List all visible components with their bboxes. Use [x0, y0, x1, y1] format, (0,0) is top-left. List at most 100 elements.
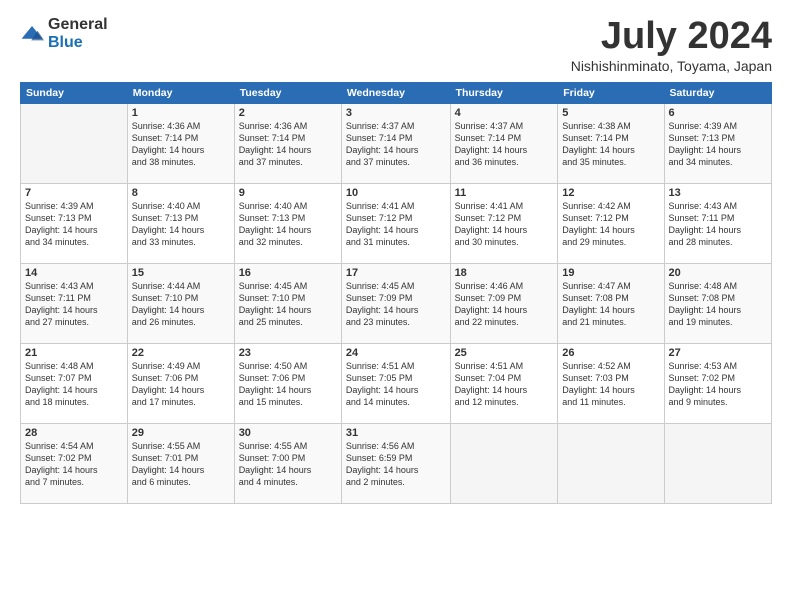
table-row: 3Sunrise: 4:37 AM Sunset: 7:14 PM Daylig…	[341, 103, 450, 183]
day-number: 12	[562, 187, 659, 199]
table-row: 10Sunrise: 4:41 AM Sunset: 7:12 PM Dayli…	[341, 183, 450, 263]
logo-general: General	[48, 16, 108, 33]
table-row: 17Sunrise: 4:45 AM Sunset: 7:09 PM Dayli…	[341, 263, 450, 343]
day-info: Sunrise: 4:38 AM Sunset: 7:14 PM Dayligh…	[562, 120, 659, 169]
table-row: 7Sunrise: 4:39 AM Sunset: 7:13 PM Daylig…	[21, 183, 128, 263]
table-row: 21Sunrise: 4:48 AM Sunset: 7:07 PM Dayli…	[21, 343, 128, 423]
day-number: 5	[562, 107, 659, 119]
day-info: Sunrise: 4:48 AM Sunset: 7:07 PM Dayligh…	[25, 360, 123, 409]
table-row: 24Sunrise: 4:51 AM Sunset: 7:05 PM Dayli…	[341, 343, 450, 423]
day-info: Sunrise: 4:45 AM Sunset: 7:09 PM Dayligh…	[346, 280, 446, 329]
logo-text: General Blue	[48, 16, 108, 52]
table-row: 19Sunrise: 4:47 AM Sunset: 7:08 PM Dayli…	[558, 263, 664, 343]
day-number: 29	[132, 427, 230, 439]
table-row: 12Sunrise: 4:42 AM Sunset: 7:12 PM Dayli…	[558, 183, 664, 263]
day-number: 18	[455, 267, 554, 279]
day-info: Sunrise: 4:49 AM Sunset: 7:06 PM Dayligh…	[132, 360, 230, 409]
day-info: Sunrise: 4:36 AM Sunset: 7:14 PM Dayligh…	[132, 120, 230, 169]
table-row: 4Sunrise: 4:37 AM Sunset: 7:14 PM Daylig…	[450, 103, 558, 183]
table-row: 22Sunrise: 4:49 AM Sunset: 7:06 PM Dayli…	[127, 343, 234, 423]
table-row: 11Sunrise: 4:41 AM Sunset: 7:12 PM Dayli…	[450, 183, 558, 263]
day-number: 19	[562, 267, 659, 279]
table-row: 30Sunrise: 4:55 AM Sunset: 7:00 PM Dayli…	[234, 423, 341, 503]
day-number: 27	[669, 347, 767, 359]
title-block: July 2024 Nishishinminato, Toyama, Japan	[571, 16, 772, 74]
table-row	[21, 103, 128, 183]
table-row: 15Sunrise: 4:44 AM Sunset: 7:10 PM Dayli…	[127, 263, 234, 343]
day-info: Sunrise: 4:41 AM Sunset: 7:12 PM Dayligh…	[346, 200, 446, 249]
day-info: Sunrise: 4:46 AM Sunset: 7:09 PM Dayligh…	[455, 280, 554, 329]
calendar-week-1: 7Sunrise: 4:39 AM Sunset: 7:13 PM Daylig…	[21, 183, 772, 263]
table-row: 18Sunrise: 4:46 AM Sunset: 7:09 PM Dayli…	[450, 263, 558, 343]
day-number: 6	[669, 107, 767, 119]
day-info: Sunrise: 4:40 AM Sunset: 7:13 PM Dayligh…	[239, 200, 337, 249]
day-info: Sunrise: 4:51 AM Sunset: 7:05 PM Dayligh…	[346, 360, 446, 409]
table-row: 29Sunrise: 4:55 AM Sunset: 7:01 PM Dayli…	[127, 423, 234, 503]
day-number: 7	[25, 187, 123, 199]
day-number: 8	[132, 187, 230, 199]
table-row: 14Sunrise: 4:43 AM Sunset: 7:11 PM Dayli…	[21, 263, 128, 343]
day-info: Sunrise: 4:47 AM Sunset: 7:08 PM Dayligh…	[562, 280, 659, 329]
day-number: 9	[239, 187, 337, 199]
calendar-table: Sunday Monday Tuesday Wednesday Thursday…	[20, 82, 772, 504]
day-info: Sunrise: 4:48 AM Sunset: 7:08 PM Dayligh…	[669, 280, 767, 329]
day-number: 11	[455, 187, 554, 199]
location-title: Nishishinminato, Toyama, Japan	[571, 58, 772, 74]
day-info: Sunrise: 4:43 AM Sunset: 7:11 PM Dayligh…	[25, 280, 123, 329]
day-number: 14	[25, 267, 123, 279]
day-info: Sunrise: 4:55 AM Sunset: 7:00 PM Dayligh…	[239, 440, 337, 489]
day-info: Sunrise: 4:50 AM Sunset: 7:06 PM Dayligh…	[239, 360, 337, 409]
day-number: 26	[562, 347, 659, 359]
day-info: Sunrise: 4:55 AM Sunset: 7:01 PM Dayligh…	[132, 440, 230, 489]
table-row: 9Sunrise: 4:40 AM Sunset: 7:13 PM Daylig…	[234, 183, 341, 263]
header-monday: Monday	[127, 82, 234, 103]
day-number: 4	[455, 107, 554, 119]
day-info: Sunrise: 4:37 AM Sunset: 7:14 PM Dayligh…	[346, 120, 446, 169]
day-info: Sunrise: 4:39 AM Sunset: 7:13 PM Dayligh…	[25, 200, 123, 249]
header-thursday: Thursday	[450, 82, 558, 103]
day-number: 15	[132, 267, 230, 279]
table-row: 31Sunrise: 4:56 AM Sunset: 6:59 PM Dayli…	[341, 423, 450, 503]
day-number: 10	[346, 187, 446, 199]
table-row: 27Sunrise: 4:53 AM Sunset: 7:02 PM Dayli…	[664, 343, 771, 423]
day-number: 24	[346, 347, 446, 359]
header: General Blue July 2024 Nishishinminato, …	[20, 16, 772, 74]
table-row	[558, 423, 664, 503]
calendar-week-4: 28Sunrise: 4:54 AM Sunset: 7:02 PM Dayli…	[21, 423, 772, 503]
header-sunday: Sunday	[21, 82, 128, 103]
day-info: Sunrise: 4:45 AM Sunset: 7:10 PM Dayligh…	[239, 280, 337, 329]
day-info: Sunrise: 4:44 AM Sunset: 7:10 PM Dayligh…	[132, 280, 230, 329]
day-info: Sunrise: 4:56 AM Sunset: 6:59 PM Dayligh…	[346, 440, 446, 489]
table-row: 26Sunrise: 4:52 AM Sunset: 7:03 PM Dayli…	[558, 343, 664, 423]
table-row: 5Sunrise: 4:38 AM Sunset: 7:14 PM Daylig…	[558, 103, 664, 183]
day-info: Sunrise: 4:43 AM Sunset: 7:11 PM Dayligh…	[669, 200, 767, 249]
table-row: 23Sunrise: 4:50 AM Sunset: 7:06 PM Dayli…	[234, 343, 341, 423]
table-row	[450, 423, 558, 503]
day-number: 30	[239, 427, 337, 439]
table-row: 28Sunrise: 4:54 AM Sunset: 7:02 PM Dayli…	[21, 423, 128, 503]
calendar-week-0: 1Sunrise: 4:36 AM Sunset: 7:14 PM Daylig…	[21, 103, 772, 183]
day-info: Sunrise: 4:52 AM Sunset: 7:03 PM Dayligh…	[562, 360, 659, 409]
day-info: Sunrise: 4:36 AM Sunset: 7:14 PM Dayligh…	[239, 120, 337, 169]
day-number: 28	[25, 427, 123, 439]
day-number: 20	[669, 267, 767, 279]
calendar-header-row: Sunday Monday Tuesday Wednesday Thursday…	[21, 82, 772, 103]
day-number: 2	[239, 107, 337, 119]
table-row: 20Sunrise: 4:48 AM Sunset: 7:08 PM Dayli…	[664, 263, 771, 343]
day-number: 21	[25, 347, 123, 359]
day-number: 1	[132, 107, 230, 119]
header-saturday: Saturday	[664, 82, 771, 103]
header-wednesday: Wednesday	[341, 82, 450, 103]
table-row: 16Sunrise: 4:45 AM Sunset: 7:10 PM Dayli…	[234, 263, 341, 343]
day-number: 17	[346, 267, 446, 279]
day-number: 22	[132, 347, 230, 359]
day-info: Sunrise: 4:42 AM Sunset: 7:12 PM Dayligh…	[562, 200, 659, 249]
day-info: Sunrise: 4:53 AM Sunset: 7:02 PM Dayligh…	[669, 360, 767, 409]
calendar-week-2: 14Sunrise: 4:43 AM Sunset: 7:11 PM Dayli…	[21, 263, 772, 343]
table-row: 8Sunrise: 4:40 AM Sunset: 7:13 PM Daylig…	[127, 183, 234, 263]
table-row: 13Sunrise: 4:43 AM Sunset: 7:11 PM Dayli…	[664, 183, 771, 263]
day-info: Sunrise: 4:39 AM Sunset: 7:13 PM Dayligh…	[669, 120, 767, 169]
table-row: 2Sunrise: 4:36 AM Sunset: 7:14 PM Daylig…	[234, 103, 341, 183]
logo-blue: Blue	[48, 34, 83, 51]
page: General Blue July 2024 Nishishinminato, …	[0, 0, 792, 612]
